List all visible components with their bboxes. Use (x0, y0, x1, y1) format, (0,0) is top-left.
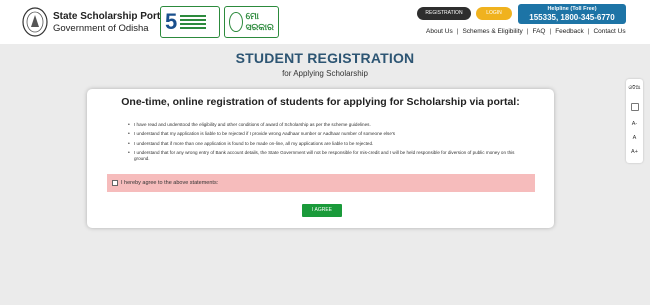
portal-name[interactable]: State Scholarship Portal Government of O… (53, 11, 169, 35)
registration-button[interactable]: REGISTRATION (417, 7, 471, 20)
nav-separator: | (549, 28, 552, 35)
font-increase-button[interactable]: A+ (626, 145, 643, 159)
nav-separator: | (456, 28, 459, 35)
portal-title: State Scholarship Portal (53, 11, 169, 22)
statements-list: I have read and understood the eligibili… (127, 122, 527, 166)
5t-badge: 5 (160, 6, 220, 38)
5t-text-lines-icon (180, 15, 207, 29)
agree-button[interactable]: I AGREE (302, 204, 342, 217)
registration-card: One-time, online registration of student… (87, 89, 554, 228)
accessibility-toolbar: ଓଡିଆ A- A A+ (626, 79, 643, 163)
odisha-emblem-icon[interactable] (22, 7, 48, 37)
statement-item: I understand that my application is liab… (127, 131, 527, 138)
nav-about-us[interactable]: About Us (426, 28, 453, 35)
helpline-numbers: 155335, 1800-345-6770 (529, 13, 615, 22)
helpline-title: Helpline (Toll Free) (547, 6, 597, 12)
nav-feedback[interactable]: Feedback (555, 28, 584, 35)
statement-item: I understand that if more than one appli… (127, 141, 527, 148)
mo-sarkar-logo-icon (229, 12, 243, 32)
helpline-box: Helpline (Toll Free) 155335, 1800-345-67… (518, 4, 626, 24)
site-header: State Scholarship Portal Government of O… (0, 0, 650, 44)
page-title: STUDENT REGISTRATION (235, 50, 415, 66)
page-subtitle: for Applying Scholarship (282, 69, 368, 78)
odia-language-button[interactable]: ଓଡିଆ (626, 79, 643, 97)
agree-checkbox[interactable] (112, 180, 118, 186)
login-button[interactable]: LOGIN (476, 7, 512, 20)
nav-faq[interactable]: FAQ (532, 28, 545, 35)
statement-item: I understand that for any wrong entry of… (127, 150, 527, 163)
agree-bar: I hereby agree to the above statements: (107, 174, 535, 192)
portal-subtitle: Government of Odisha (53, 23, 149, 34)
nav-schemes-eligibility[interactable]: Schemes & Eligibility (462, 28, 522, 35)
nav-contact-us[interactable]: Contact Us (593, 28, 625, 35)
screen-reader-icon[interactable] (626, 97, 643, 117)
5t-logo-icon: 5 (165, 9, 178, 34)
nav-separator: | (526, 28, 529, 35)
mo-sarkar-text: ମୋ ସରକାର (245, 11, 274, 32)
font-decrease-button[interactable]: A- (626, 117, 643, 131)
card-heading: One-time, online registration of student… (121, 96, 520, 108)
statement-item: I have read and understood the eligibili… (127, 122, 527, 129)
mo-sarkar-badge: ମୋ ସରକାର (224, 6, 279, 38)
font-normal-button[interactable]: A (626, 131, 643, 145)
nav-separator: | (587, 28, 590, 35)
main-nav: About Us | Schemes & Eligibility | FAQ |… (426, 28, 626, 35)
agree-checkbox-label[interactable]: I hereby agree to the above statements: (121, 180, 218, 186)
